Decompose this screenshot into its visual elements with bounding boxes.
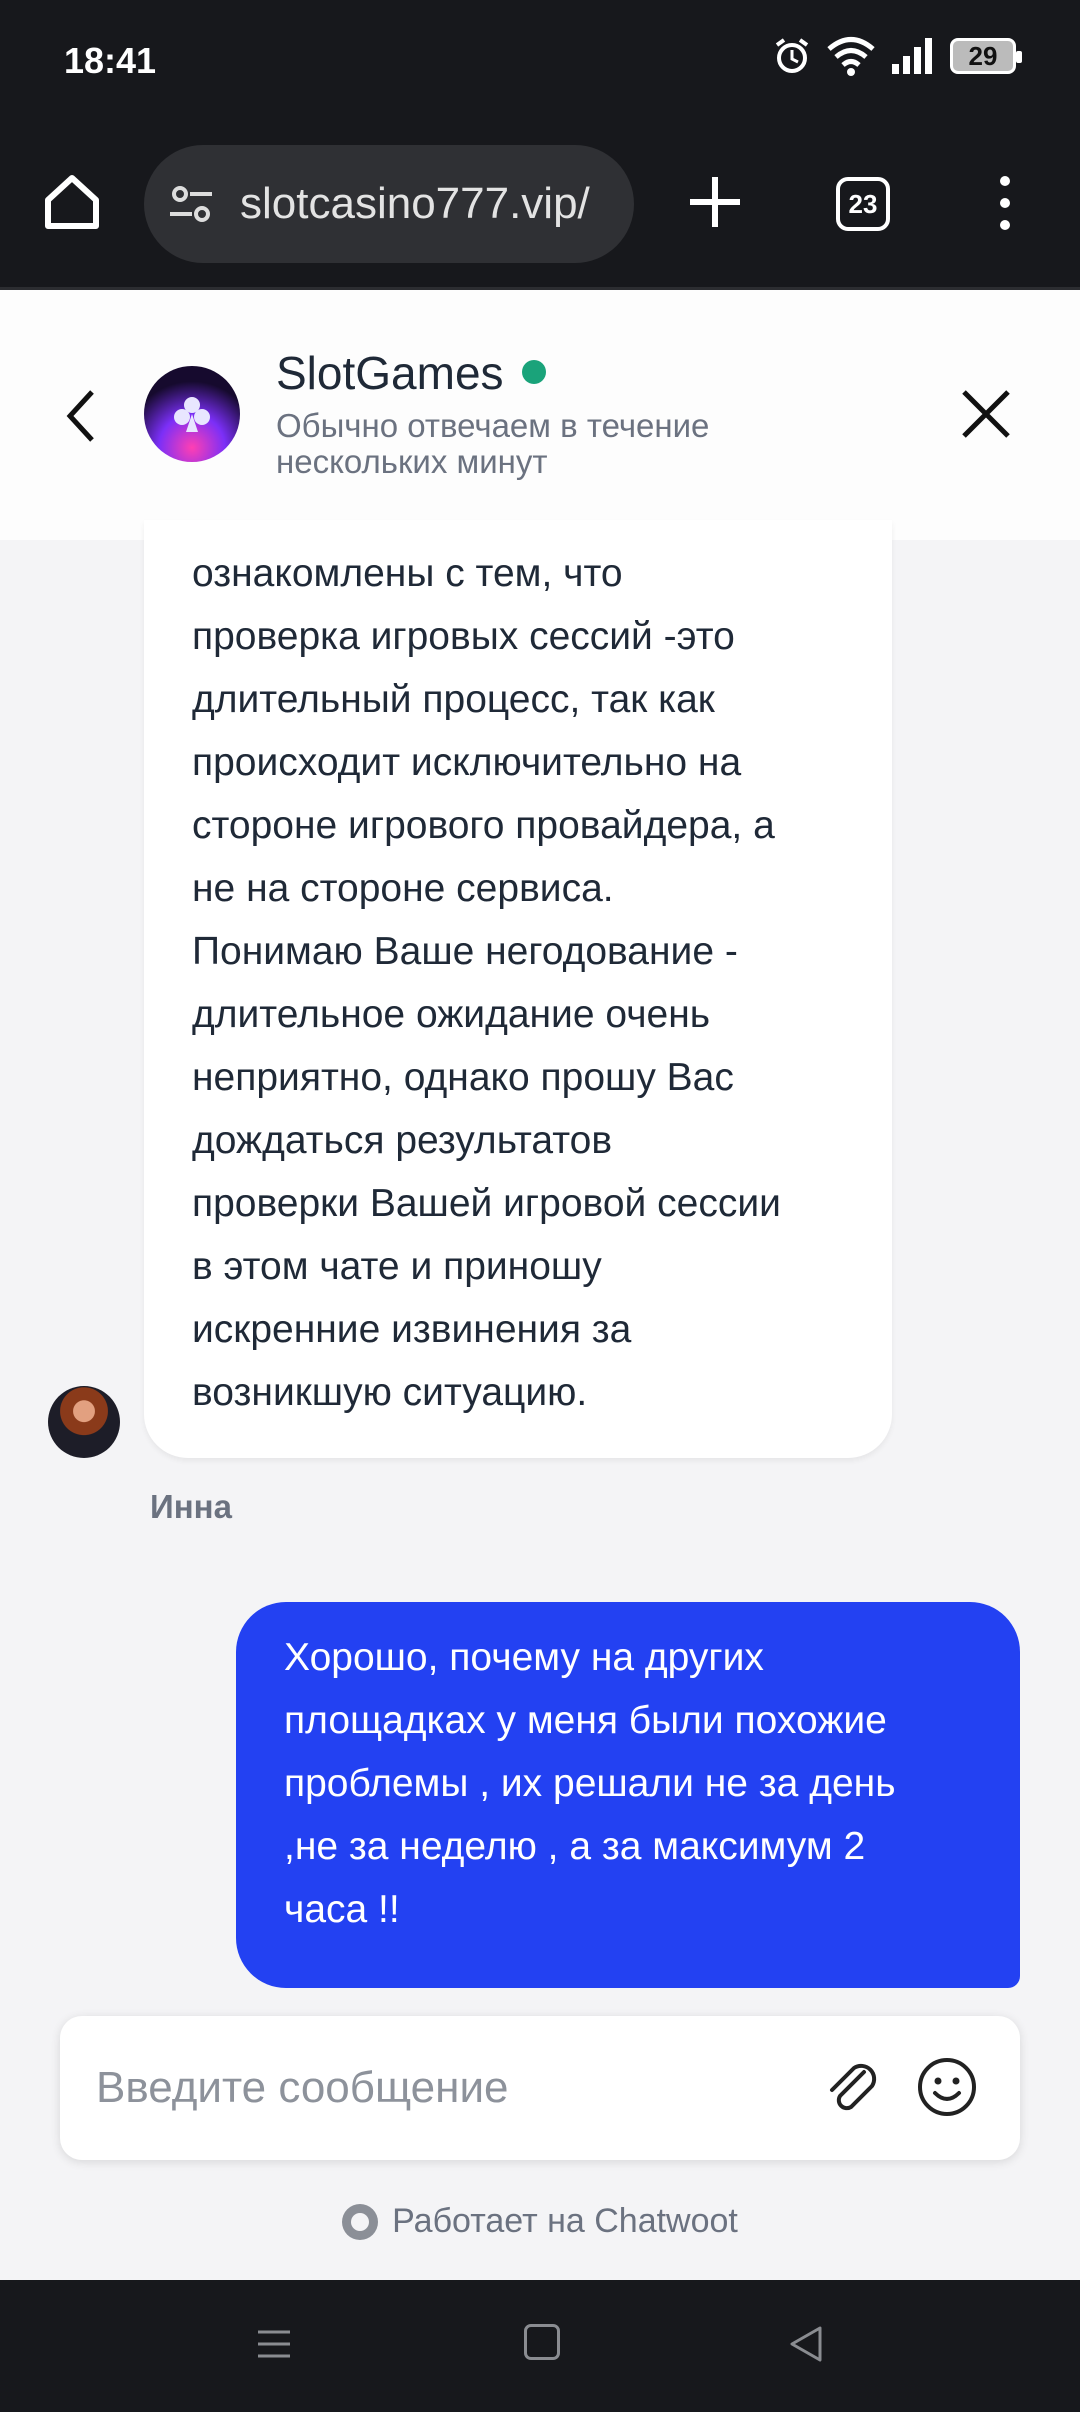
- message-line: Понимаю Ваше негодование -: [192, 930, 738, 973]
- message-input[interactable]: [96, 2060, 796, 2116]
- powered-by-text: Работает на Chatwoot: [392, 2202, 738, 2240]
- new-tab-icon[interactable]: [680, 167, 750, 237]
- message-line: часа !!: [284, 1888, 400, 1931]
- recent-apps-icon[interactable]: [254, 2324, 294, 2364]
- back-arrow-icon[interactable]: [60, 386, 104, 446]
- wifi-icon: [827, 37, 875, 76]
- message-line: длительное ожидание очень: [192, 993, 711, 1036]
- chat-header: SlotGames Обычно отвечаем в течение неск…: [0, 290, 1080, 540]
- message-line: ,не за неделю , а за максимум 2: [284, 1825, 866, 1868]
- message-line: Хорошо, почему на других: [284, 1636, 764, 1679]
- incoming-message: ознакомлены с тем, что проверка игровых …: [144, 520, 892, 1458]
- status-bar: 18:41 29: [0, 0, 1080, 125]
- message-line: возникшую ситуацию.: [192, 1371, 588, 1414]
- status-icons: 29: [772, 36, 1022, 76]
- online-status-dot: [522, 360, 546, 384]
- message-line: происходит исключительно на: [192, 741, 742, 784]
- home-button-icon[interactable]: [524, 2324, 560, 2360]
- back-triangle-icon[interactable]: [786, 2322, 826, 2366]
- emoji-icon[interactable]: [916, 2056, 978, 2118]
- message-line: неприятно, однако прошу Вас: [192, 1056, 734, 1099]
- message-line: проблемы , их решали не за день: [284, 1762, 896, 1805]
- system-nav-bar: [0, 2280, 1080, 2412]
- signal-icon: [892, 38, 932, 74]
- status-time: 18:41: [64, 40, 157, 81]
- message-line: ознакомлены с тем, что: [192, 552, 623, 595]
- address-bar[interactable]: slotcasino777.vip/: [144, 145, 634, 263]
- agent-avatar: [48, 1386, 120, 1458]
- close-icon[interactable]: [956, 384, 1016, 444]
- message-line: не на стороне сервиса.: [192, 867, 614, 910]
- url-text: slotcasino777.vip/: [240, 179, 590, 228]
- chat-subtitle: Обычно отвечаем в течение нескольких мин…: [276, 407, 710, 480]
- message-line: проверки Вашей игровой сессии: [192, 1182, 781, 1225]
- site-settings-icon[interactable]: [168, 181, 214, 227]
- message-line: длительный процесс, так как: [192, 678, 715, 721]
- battery-level: 29: [968, 40, 998, 71]
- battery-icon: 29: [950, 38, 1022, 74]
- browser-toolbar: slotcasino777.vip/ 23: [0, 125, 1080, 290]
- message-line: в этом чате и приношу: [192, 1245, 602, 1288]
- alarm-icon: [775, 38, 809, 73]
- club-suit-icon: [174, 397, 210, 432]
- home-icon[interactable]: [40, 170, 104, 234]
- chat-title: SlotGames: [276, 347, 504, 399]
- message-line: искренние извинения за: [192, 1308, 632, 1351]
- paperclip-icon[interactable]: [820, 2054, 886, 2120]
- message-line: проверка игровых сессий -это: [192, 615, 735, 658]
- tab-switcher-button[interactable]: 23: [836, 177, 890, 231]
- message-composer: [60, 2016, 1020, 2160]
- agent-name: Инна: [150, 1488, 232, 1525]
- outgoing-message: Хорошо, почему на других площадках у мен…: [236, 1602, 1020, 1988]
- message-line: стороне игрового провайдера, а: [192, 804, 775, 847]
- powered-by[interactable]: Работает на Chatwoot: [0, 2202, 1080, 2241]
- message-line: площадках у меня были похожие: [284, 1699, 887, 1742]
- chatwoot-logo-icon: [342, 2203, 379, 2240]
- brand-avatar: [144, 366, 240, 462]
- more-menu-icon[interactable]: [990, 173, 1020, 233]
- tab-count: 23: [848, 188, 878, 219]
- message-line: дождаться результатов: [192, 1119, 613, 1162]
